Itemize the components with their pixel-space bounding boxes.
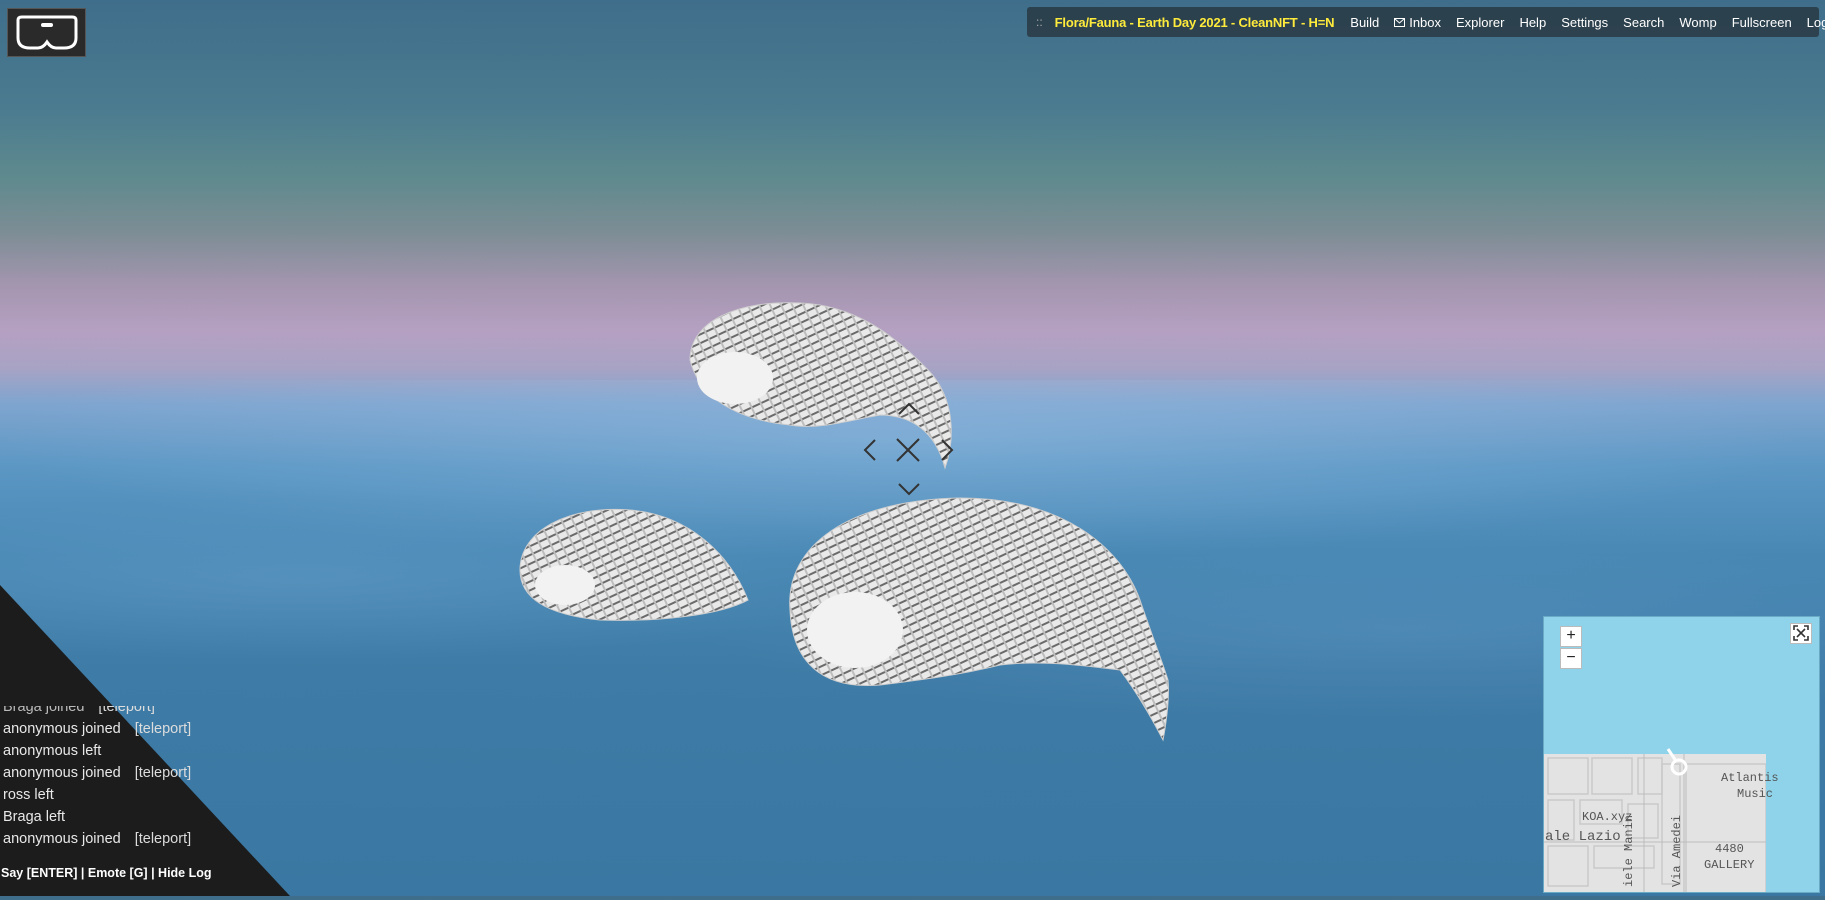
minimap[interactable]: + − Atlantis Music KOA.xyz 4480 GALLERY … [1543,616,1820,893]
minimap-fullscreen-button[interactable] [1790,623,1812,644]
vr-headset-logo-button[interactable] [7,8,86,57]
drag-handle[interactable]: :: [1036,15,1043,29]
move-down-icon[interactable] [897,482,921,496]
map-label-gallery: GALLERY [1704,858,1755,872]
say-button[interactable]: Say [ENTER] [1,866,77,880]
move-right-icon[interactable] [940,438,954,462]
chat-line: anonymous joined [teleport] [3,765,192,781]
world-name[interactable]: Flora/Fauna - Earth Day 2021 - CleanNFT … [1055,15,1335,30]
navigation-controls [855,402,960,502]
chat-line: Braga joined [teleport] [3,706,303,718]
teleport-link[interactable]: [teleport] [135,765,191,781]
separator: | [77,866,88,880]
chat-log: Braga joined [teleport] anonymous joined[… [3,706,303,850]
chat-line: ross left [3,787,54,803]
chat-bar: Say [ENTER] | Emote [G] | Hide Log [1,866,212,880]
emote-button[interactable]: Emote [G] [88,866,148,880]
menu-inbox[interactable]: Inbox [1394,15,1441,30]
menu-fullscreen[interactable]: Fullscreen [1732,15,1792,30]
menu-womp[interactable]: Womp [1679,15,1716,30]
menu-inbox-label: Inbox [1409,14,1442,30]
island-left [519,508,749,621]
map-label-atlantis: Atlantis [1721,771,1779,785]
map-label-amedei: Via Amedei [1670,814,1684,887]
island-right [789,497,1169,742]
zoom-in-button[interactable]: + [1560,626,1582,647]
close-icon[interactable] [894,436,922,464]
zoom-out-button[interactable]: − [1560,648,1582,669]
expand-icon [1793,625,1809,641]
menu-search[interactable]: Search [1623,15,1664,30]
chat-line: anonymous left [3,743,102,759]
teleport-link[interactable]: [teleport] [98,706,154,715]
teleport-link[interactable]: [teleport] [135,831,191,847]
envelope-icon [1394,17,1406,27]
teleport-link[interactable]: [teleport] [135,721,191,737]
hide-log-button[interactable]: Hide Log [158,866,211,880]
map-label-lazio: ale Lazio [1545,829,1621,845]
menu-settings[interactable]: Settings [1561,15,1608,30]
chat-line: anonymous joined [teleport] [3,721,192,737]
map-pin-icon [1666,748,1688,776]
map-label-music: Music [1737,787,1774,801]
menu-help[interactable]: Help [1519,15,1546,30]
separator: | [147,866,159,880]
menu-explorer[interactable]: Explorer [1456,15,1504,30]
chat-line: Braga left [3,809,66,825]
move-left-icon[interactable] [863,438,877,462]
map-label-4480: 4480 [1715,842,1744,856]
move-up-icon[interactable] [897,402,921,416]
map-label-manin: iele Manin [1622,814,1636,887]
top-menu-bar: :: Flora/Fauna - Earth Day 2021 - CleanN… [1027,7,1825,37]
vr-headset-icon [16,15,77,49]
menu-build[interactable]: Build [1350,15,1379,30]
chat-line: anonymous joined [teleport] [3,831,192,847]
menu-log-out[interactable]: Log out [1807,15,1825,30]
